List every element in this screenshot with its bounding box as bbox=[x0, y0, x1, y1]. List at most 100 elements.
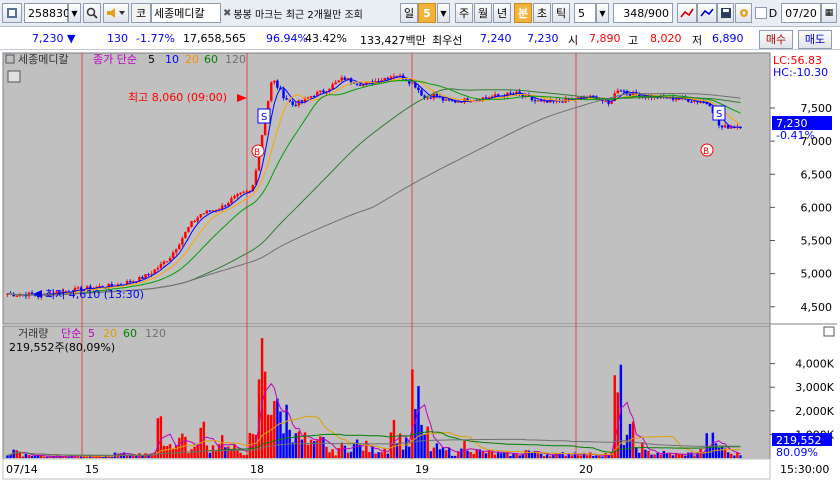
volume-bar bbox=[441, 447, 445, 458]
volume-bar bbox=[641, 442, 644, 458]
candle-body bbox=[444, 99, 448, 101]
vol-legend-120: 120 bbox=[145, 327, 166, 340]
chart-type-icon[interactable] bbox=[697, 3, 717, 23]
candle-body bbox=[306, 97, 310, 99]
volume-bar bbox=[165, 446, 169, 458]
volume-bar bbox=[677, 453, 681, 458]
volume-bar bbox=[411, 369, 414, 458]
volume-bar bbox=[579, 455, 583, 458]
candle-body bbox=[496, 94, 500, 96]
volume-bar bbox=[444, 450, 448, 458]
candle-body bbox=[509, 92, 512, 94]
period-count-dropdown-icon[interactable]: ▼ bbox=[437, 3, 450, 23]
price-change: 130 bbox=[107, 32, 128, 45]
search-icon[interactable] bbox=[83, 3, 101, 23]
volume-bar bbox=[58, 456, 61, 458]
candle-body bbox=[187, 226, 190, 232]
volume-bar bbox=[214, 451, 218, 458]
ma-legend-5: 5 bbox=[148, 53, 155, 66]
buy-button[interactable]: 매수 bbox=[759, 30, 793, 49]
candle-body bbox=[435, 93, 439, 97]
period-second-button[interactable]: 초 bbox=[533, 3, 551, 23]
stock-chart[interactable]: 7,5007,0006,5006,0005,5005,0004,500 4,00… bbox=[0, 50, 840, 482]
speaker-icon[interactable] bbox=[103, 3, 129, 23]
search-icon-glyph bbox=[86, 7, 98, 19]
volume-bar bbox=[279, 411, 282, 458]
volume-bar bbox=[141, 455, 144, 458]
buy-signal-label-2: B bbox=[703, 147, 709, 157]
candle-body bbox=[291, 101, 294, 105]
period-minute-button[interactable]: 분 bbox=[514, 3, 532, 23]
volume-bar bbox=[368, 452, 371, 458]
period-week-button[interactable]: 주 bbox=[455, 3, 473, 23]
high-price: 8,020 bbox=[650, 32, 682, 45]
candle-body bbox=[181, 238, 184, 245]
date-checkbox[interactable] bbox=[755, 7, 767, 19]
candle-body bbox=[196, 217, 199, 222]
period-count-select[interactable]: 5 bbox=[418, 3, 436, 23]
candle-body bbox=[294, 104, 298, 106]
candle-body bbox=[622, 90, 626, 92]
period-year-button[interactable]: 년 bbox=[493, 3, 511, 23]
save-icon[interactable] bbox=[717, 3, 734, 23]
volume-bar bbox=[408, 446, 411, 458]
volume-bar bbox=[493, 454, 497, 458]
volume-bar bbox=[208, 452, 212, 458]
candle-body bbox=[429, 97, 432, 99]
volume-bar bbox=[699, 448, 702, 458]
volume-bar bbox=[472, 453, 475, 458]
period-month-button[interactable]: 월 bbox=[474, 3, 492, 23]
sell-button[interactable]: 매도 bbox=[798, 30, 832, 49]
calendar-icon[interactable]: ▦ bbox=[821, 3, 837, 23]
high-label: 고 bbox=[628, 34, 639, 47]
price-tick-label: 5,000 bbox=[801, 268, 833, 281]
volume-panel-title: 거래량 bbox=[18, 327, 48, 340]
book-icon[interactable] bbox=[2, 3, 22, 23]
volume-bar bbox=[328, 452, 331, 458]
volume-tick-label: 2,000K bbox=[795, 405, 834, 418]
interval-select[interactable]: 5 bbox=[574, 3, 596, 23]
low-label: 저 bbox=[692, 34, 703, 47]
volume-bar bbox=[386, 453, 390, 458]
volume-bar bbox=[174, 445, 178, 458]
stock-name-field[interactable]: 세종메디칼 bbox=[151, 3, 221, 23]
sell-signal-marker-1[interactable]: S bbox=[257, 108, 271, 124]
period-tick-button[interactable]: 틱 bbox=[552, 3, 570, 23]
current-volume-ratio: 80.09% bbox=[776, 446, 818, 459]
volume-bar bbox=[86, 456, 89, 458]
gear-icon[interactable] bbox=[735, 3, 752, 23]
candle-body bbox=[619, 90, 623, 92]
candle-body bbox=[159, 263, 163, 269]
candle-body bbox=[340, 77, 344, 81]
volume-bar bbox=[490, 451, 494, 458]
candle-body bbox=[392, 76, 396, 78]
price-tick-label: 7,500 bbox=[801, 102, 833, 115]
volume-bar bbox=[671, 455, 675, 458]
volume-bar bbox=[227, 446, 230, 458]
volume-bar bbox=[190, 449, 193, 458]
period-day-button[interactable]: 일 bbox=[400, 3, 418, 23]
prev-data-icon[interactable] bbox=[677, 3, 697, 23]
candle-body bbox=[242, 191, 245, 193]
grid-icon[interactable] bbox=[7, 70, 21, 83]
candle-body bbox=[110, 283, 114, 286]
volume-bar bbox=[300, 439, 304, 458]
date-input[interactable]: 07/20 bbox=[781, 3, 821, 23]
volume-panel[interactable] bbox=[2, 325, 771, 460]
interval-dropdown-icon[interactable]: ▼ bbox=[596, 3, 609, 23]
sell-signal-marker-2[interactable]: S bbox=[712, 105, 726, 121]
price-tick-label: 5,500 bbox=[801, 235, 833, 248]
quote-bar: 7,230 ▼ 130 -1.77% 17,658,565 96.94% 43.… bbox=[0, 28, 840, 50]
volume-bar bbox=[500, 453, 503, 458]
volume-bar bbox=[343, 445, 347, 458]
candle-body bbox=[202, 213, 206, 215]
stock-code-input[interactable]: 258830 bbox=[24, 3, 70, 23]
candle-body bbox=[417, 87, 420, 91]
candle-body bbox=[383, 78, 386, 81]
volume-bar bbox=[733, 455, 736, 458]
close-panel-icon[interactable] bbox=[823, 326, 835, 337]
stock-code-dropdown-icon[interactable]: ▼ bbox=[68, 3, 81, 23]
volume-bar bbox=[233, 444, 236, 458]
candle-body bbox=[484, 97, 488, 99]
volume-bar bbox=[377, 452, 380, 458]
